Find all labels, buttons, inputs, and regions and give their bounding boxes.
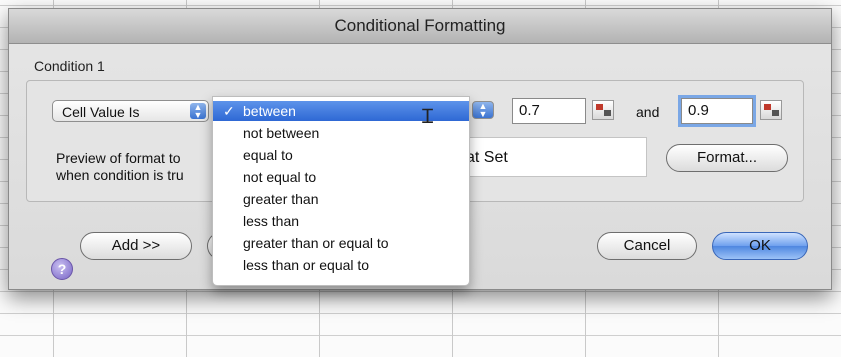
preview-text: at Set (466, 149, 508, 166)
menu-item-not-equal-to[interactable]: not equal to (213, 167, 469, 187)
preview-label-line1: Preview of format to (56, 150, 181, 166)
condition-label: Condition 1 (34, 58, 105, 74)
help-icon[interactable]: ? (51, 258, 73, 280)
cell-reference-icon[interactable] (592, 100, 614, 120)
format-button[interactable]: Format... (666, 144, 788, 172)
dialog-title: Conditional Formatting (334, 16, 506, 35)
menu-item-less-than[interactable]: less than (213, 211, 469, 231)
and-label: and (636, 104, 660, 120)
preview-label-line2: when condition is tru (56, 167, 184, 183)
cell-reference-icon[interactable] (760, 100, 782, 120)
title-bar: Conditional Formatting (9, 9, 831, 44)
add-button[interactable]: Add >> (80, 232, 192, 260)
ok-button[interactable]: OK (712, 232, 808, 260)
menu-item-greater-than[interactable]: greater than (213, 189, 469, 209)
menu-item-equal-to[interactable]: equal to (213, 145, 469, 165)
condition-type-popup[interactable]: Cell Value Is ▲ ▼ (52, 100, 209, 122)
value2-field[interactable]: 0.9 (681, 98, 753, 124)
menu-item-less-than-or-equal-to[interactable]: less than or equal to (213, 255, 469, 275)
check-icon: ✓ (223, 103, 235, 119)
value1-field[interactable]: 0.7 (512, 98, 586, 124)
cancel-button[interactable]: Cancel (597, 232, 697, 260)
popup-arrows-icon: ▲ ▼ (190, 103, 206, 120)
condition-type-label: Cell Value Is (62, 104, 140, 120)
menu-item-greater-than-or-equal-to[interactable]: greater than or equal to (213, 233, 469, 253)
ibeam-cursor-icon: Ɪ (422, 106, 434, 128)
operator-popup-arrows-icon[interactable]: ▲ ▼ (472, 101, 494, 119)
